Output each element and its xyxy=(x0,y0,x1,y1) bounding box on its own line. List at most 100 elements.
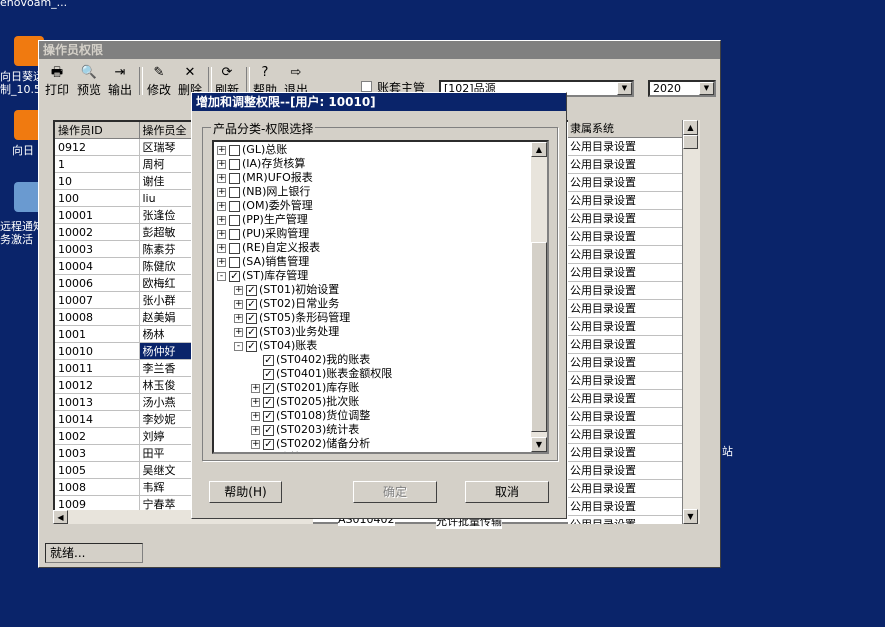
tree-node-checkbox[interactable] xyxy=(229,172,240,184)
operator-name-cell[interactable]: 吴继文 xyxy=(139,461,192,479)
tree-node[interactable]: + ✓ (ST0108)货位调整 xyxy=(251,409,370,423)
system-cell[interactable]: 公用目录设置 xyxy=(568,390,683,408)
tree-node[interactable]: + ✓ (ST0201)库存账 xyxy=(251,381,359,395)
expand-icon[interactable]: + xyxy=(217,243,226,253)
operator-name-cell[interactable]: 谢佳 xyxy=(139,172,192,190)
expand-icon[interactable]: + xyxy=(217,159,226,169)
table-row[interactable]: 10002 彭超敏 xyxy=(55,223,192,241)
tree-node[interactable]: + ✓ (ST03)业务处理 xyxy=(234,325,339,339)
tree-vertical-scrollbar[interactable]: ▲ ▼ xyxy=(531,142,547,452)
scroll-down-icon[interactable]: ▼ xyxy=(531,437,547,452)
system-cell[interactable]: 公用目录设置 xyxy=(568,354,683,372)
operator-id-cell[interactable]: 10001 xyxy=(55,206,140,224)
edit-button[interactable]: ✎ 修改 xyxy=(143,65,175,97)
grid-vertical-scrollbar[interactable]: ▲ ▼ xyxy=(682,120,700,524)
operator-id-cell[interactable]: 10007 xyxy=(55,291,140,309)
scroll-up-icon[interactable]: ▲ xyxy=(531,142,547,157)
system-cell[interactable]: 公用目录设置 xyxy=(568,192,683,210)
tree-node[interactable]: + (GL)总账 xyxy=(217,143,287,157)
system-cell[interactable]: 公用目录设置 xyxy=(568,138,683,156)
tree-node-checkbox[interactable] xyxy=(229,453,240,455)
operator-id-cell[interactable]: 1002 xyxy=(55,427,140,445)
system-cell[interactable]: 公用目录设置 xyxy=(568,174,683,192)
system-cell[interactable]: 公用目录设置 xyxy=(568,246,683,264)
operator-name-cell[interactable]: 李妙妮 xyxy=(139,410,192,428)
chevron-down-icon[interactable]: ▼ xyxy=(699,82,714,95)
table-row[interactable]: 1005 吴继文 xyxy=(55,461,192,479)
operator-name-cell[interactable]: 陈健欣 xyxy=(139,257,192,275)
operator-name-cell[interactable]: 区瑞琴 xyxy=(139,138,192,156)
table-row[interactable]: 10004 陈健欣 xyxy=(55,257,192,275)
tree-node[interactable]: + ✓ (ST05)条形码管理 xyxy=(234,311,350,325)
tree-node-checkbox[interactable] xyxy=(229,144,240,156)
table-row[interactable]: 10008 赵美娟 xyxy=(55,308,192,326)
collapse-icon[interactable]: - xyxy=(234,341,243,351)
system-cell[interactable]: 公用目录设置 xyxy=(568,210,683,228)
expand-icon[interactable]: + xyxy=(234,299,243,309)
tree-node[interactable]: + (PU)采购管理 xyxy=(217,227,309,241)
table-row[interactable]: 1003 田平 xyxy=(55,444,192,462)
tree-node-checkbox[interactable] xyxy=(229,158,240,170)
table-row[interactable]: 10007 张小群 xyxy=(55,291,192,309)
operator-name-cell[interactable]: 杨仲好 xyxy=(139,342,192,360)
expand-icon[interactable]: + xyxy=(251,439,260,449)
cancel-button[interactable]: 取消 xyxy=(465,481,549,503)
system-cell[interactable]: 公用目录设置 xyxy=(568,300,683,318)
expand-icon[interactable]: + xyxy=(234,285,243,295)
tree-node[interactable]: + ✓ (ST01)初始设置 xyxy=(234,283,339,297)
table-row[interactable]: 1008 韦辉 xyxy=(55,478,192,496)
tree-node[interactable]: + (MR)UFO报表 xyxy=(217,171,313,185)
tree-node[interactable]: + ✓ (ST0203)统计表 xyxy=(251,423,359,437)
system-cell[interactable]: 公用目录设置 xyxy=(568,462,683,480)
expand-icon[interactable]: + xyxy=(217,257,226,267)
operator-name-cell[interactable]: 张逢俭 xyxy=(139,206,192,224)
expand-icon[interactable]: + xyxy=(251,425,260,435)
tree-node-checkbox[interactable] xyxy=(229,214,240,226)
tree-node-checkbox[interactable]: ✓ xyxy=(246,298,257,310)
expand-icon[interactable]: + xyxy=(234,327,243,337)
tree-node-checkbox[interactable] xyxy=(229,228,240,240)
collapse-icon[interactable]: - xyxy=(217,271,226,281)
operator-id-cell[interactable]: 10011 xyxy=(55,359,140,377)
table-row[interactable]: 10001 张逢俭 xyxy=(55,206,192,224)
system-cell[interactable]: 公用目录设置 xyxy=(568,444,683,462)
tree-node-checkbox[interactable]: ✓ xyxy=(246,284,257,296)
expand-icon[interactable]: + xyxy=(217,145,226,155)
expand-icon[interactable]: + xyxy=(217,215,226,225)
operator-name-cell[interactable]: 李兰香 xyxy=(139,359,192,377)
operator-id-cell[interactable]: 10008 xyxy=(55,308,140,326)
tree-node[interactable]: + (OM)委外管理 xyxy=(217,199,313,213)
table-row[interactable]: 10 谢佳 xyxy=(55,172,192,190)
year-select[interactable]: 2020 ▼ xyxy=(648,80,716,97)
system-cell[interactable]: 公用目录设置 xyxy=(568,282,683,300)
operator-name-cell[interactable]: 刘婷 xyxy=(139,427,192,445)
table-row[interactable]: 100 liu xyxy=(55,189,192,207)
scroll-thumb[interactable] xyxy=(531,242,547,432)
system-cell[interactable]: 公用目录设置 xyxy=(568,318,683,336)
tree-node[interactable]: + ✓ (ST02)日常业务 xyxy=(234,297,339,311)
operator-name-cell[interactable]: 赵美娟 xyxy=(139,308,192,326)
tree-node[interactable]: + (WA)工资管理 xyxy=(217,451,312,455)
operator-id-cell[interactable]: 1008 xyxy=(55,478,140,496)
print-button[interactable]: 🖶 打印 xyxy=(41,65,73,97)
help-button[interactable]: 帮助(H) xyxy=(209,481,282,503)
table-row[interactable]: 10003 陈素芬 xyxy=(55,240,192,258)
system-cell[interactable]: 公用目录设置 xyxy=(568,264,683,282)
table-row[interactable]: 10011 李兰香 xyxy=(55,359,192,377)
tree-node-checkbox[interactable]: ✓ xyxy=(263,410,274,422)
ok-button[interactable]: 确定 xyxy=(353,481,437,503)
tree-node-checkbox[interactable] xyxy=(229,256,240,268)
export-button[interactable]: ⇥ 输出 xyxy=(104,65,136,97)
operator-name-cell[interactable]: 周柯 xyxy=(139,155,192,173)
tree-node[interactable]: ✓ (ST0402)我的账表 xyxy=(251,353,370,367)
tree-node-checkbox[interactable]: ✓ xyxy=(246,312,257,324)
tree-node[interactable]: + ✓ (ST0202)储备分析 xyxy=(251,437,370,451)
table-row[interactable]: 0912 区瑞琴 xyxy=(55,138,192,156)
tree-node-checkbox[interactable]: ✓ xyxy=(263,424,274,436)
operator-id-cell[interactable]: 10 xyxy=(55,172,140,190)
tree-node[interactable]: + (RE)自定义报表 xyxy=(217,241,320,255)
system-cell[interactable]: 公用目录设置 xyxy=(568,498,683,516)
operator-id-cell[interactable]: 10013 xyxy=(55,393,140,411)
scroll-up-icon[interactable]: ▲ xyxy=(683,120,698,135)
operator-name-cell[interactable]: 张小群 xyxy=(139,291,192,309)
